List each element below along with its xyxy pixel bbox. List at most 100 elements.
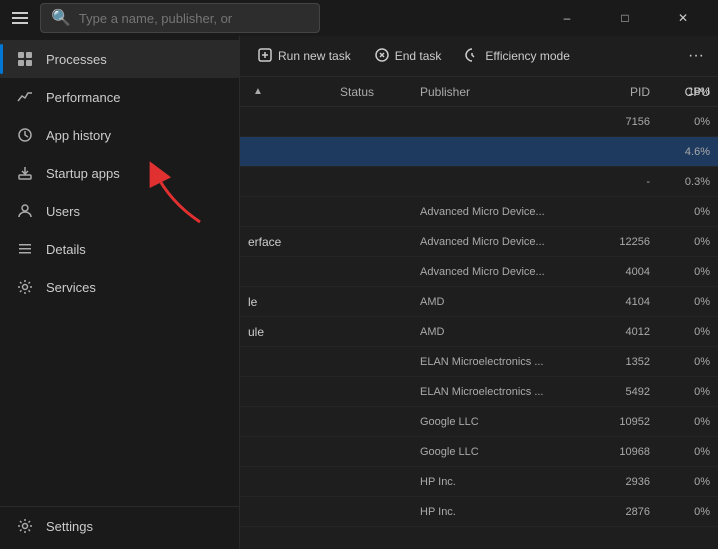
performance-icon [16, 88, 34, 106]
row-cpu: 0% [650, 266, 710, 278]
hamburger-menu[interactable] [12, 8, 32, 28]
row-cpu: 4.6% [650, 146, 710, 158]
efficiency-mode-button[interactable]: Efficiency mode [455, 43, 580, 70]
table-row[interactable]: HP Inc. 2876 0% [240, 497, 718, 527]
app-history-icon [16, 126, 34, 144]
row-publisher: HP Inc. [420, 506, 590, 518]
table-row[interactable]: Google LLC 10968 0% [240, 437, 718, 467]
run-new-task-label: Run new task [278, 49, 351, 63]
startup-apps-label: Startup apps [46, 166, 120, 181]
services-label: Services [46, 280, 96, 295]
row-publisher: Advanced Micro Device... [420, 266, 590, 278]
row-publisher: ELAN Microelectronics ... [420, 356, 590, 368]
table-row[interactable]: 4.6% [240, 137, 718, 167]
sidebar-item-app-history[interactable]: App history [0, 116, 239, 154]
settings-icon [16, 517, 34, 535]
row-pid: 7156 [590, 116, 650, 128]
table-body[interactable]: 7156 0% 4.6% - 0.3% Advanced Micro Devic… [240, 107, 718, 549]
sidebar-item-performance[interactable]: Performance [0, 78, 239, 116]
details-icon [16, 240, 34, 258]
sidebar-item-users[interactable]: Users [0, 192, 239, 230]
users-label: Users [46, 204, 80, 219]
window-controls: – □ ✕ [544, 0, 706, 36]
row-publisher: Advanced Micro Device... [420, 236, 590, 248]
table-container: ▲ Status Publisher PID CPU 18% 7156 0% 4… [240, 77, 718, 549]
row-cpu: 0% [650, 326, 710, 338]
table-row[interactable]: ELAN Microelectronics ... 5492 0% [240, 377, 718, 407]
cpu-usage-badge: 18% [688, 77, 710, 107]
search-box[interactable]: 🔍 [40, 3, 320, 33]
row-pid: 5492 [590, 386, 650, 398]
end-task-label: End task [395, 49, 442, 63]
row-cpu: 0% [650, 236, 710, 248]
row-publisher: AMD [420, 326, 590, 338]
row-publisher: HP Inc. [420, 476, 590, 488]
table-header: ▲ Status Publisher PID CPU 18% [240, 77, 718, 107]
row-pid: 2876 [590, 506, 650, 518]
publisher-header: Publisher [420, 85, 590, 99]
row-name: le [248, 295, 340, 309]
toolbar: Run new task End task Efficiency mode ··… [240, 36, 718, 77]
more-button[interactable]: ··· [682, 42, 710, 70]
efficiency-icon [465, 48, 479, 65]
processes-icon [16, 50, 34, 68]
row-pid: 2936 [590, 476, 650, 488]
row-cpu: 0% [650, 116, 710, 128]
efficiency-mode-label: Efficiency mode [485, 49, 570, 63]
table-row[interactable]: Advanced Micro Device... 0% [240, 197, 718, 227]
row-name: ule [248, 325, 340, 339]
row-cpu: 0.3% [650, 176, 710, 188]
row-cpu: 0% [650, 356, 710, 368]
row-pid: 4104 [590, 296, 650, 308]
users-icon [16, 202, 34, 220]
title-bar-left: 🔍 [12, 3, 544, 33]
app-history-label: App history [46, 128, 111, 143]
table-row[interactable]: Google LLC 10952 0% [240, 407, 718, 437]
row-cpu: 0% [650, 386, 710, 398]
table-row[interactable]: - 0.3% [240, 167, 718, 197]
sidebar: Processes Performance App history Startu… [0, 36, 240, 549]
table-row[interactable]: ule AMD 4012 0% [240, 317, 718, 347]
row-pid: 10952 [590, 416, 650, 428]
row-publisher: Google LLC [420, 446, 590, 458]
row-publisher: Advanced Micro Device... [420, 206, 590, 218]
sidebar-item-startup-apps[interactable]: Startup apps [0, 154, 239, 192]
row-cpu: 0% [650, 206, 710, 218]
run-task-icon [258, 48, 272, 65]
table-row[interactable]: Advanced Micro Device... 4004 0% [240, 257, 718, 287]
sidebar-item-processes[interactable]: Processes [0, 40, 239, 78]
row-pid: 1352 [590, 356, 650, 368]
row-pid: - [590, 176, 650, 188]
row-pid: 10968 [590, 446, 650, 458]
table-row[interactable]: erface Advanced Micro Device... 12256 0% [240, 227, 718, 257]
sidebar-item-services[interactable]: Services [0, 268, 239, 306]
run-new-task-button[interactable]: Run new task [248, 43, 361, 70]
sidebar-item-details[interactable]: Details [0, 230, 239, 268]
search-input[interactable] [79, 11, 299, 26]
sidebar-item-settings[interactable]: Settings [0, 507, 239, 545]
services-icon [16, 278, 34, 296]
row-cpu: 0% [650, 416, 710, 428]
close-button[interactable]: ✕ [660, 0, 706, 36]
settings-label: Settings [46, 519, 93, 534]
search-icon: 🔍 [51, 8, 71, 28]
main-area: Processes Performance App history Startu… [0, 36, 718, 549]
row-pid: 4004 [590, 266, 650, 278]
row-publisher: ELAN Microelectronics ... [420, 386, 590, 398]
content-area: Run new task End task Efficiency mode ··… [240, 36, 718, 549]
row-cpu: 0% [650, 506, 710, 518]
row-pid: 4012 [590, 326, 650, 338]
table-row[interactable]: le AMD 4104 0% [240, 287, 718, 317]
title-bar: 🔍 – □ ✕ [0, 0, 718, 36]
table-row[interactable]: ELAN Microelectronics ... 1352 0% [240, 347, 718, 377]
performance-label: Performance [46, 90, 120, 105]
sidebar-bottom: Settings [0, 506, 239, 545]
table-row[interactable]: HP Inc. 2936 0% [240, 467, 718, 497]
end-task-button[interactable]: End task [365, 43, 452, 70]
maximize-button[interactable]: □ [602, 0, 648, 36]
row-name: erface [248, 235, 340, 249]
table-row[interactable]: 7156 0% [240, 107, 718, 137]
row-publisher: AMD [420, 296, 590, 308]
minimize-button[interactable]: – [544, 0, 590, 36]
pid-header: PID [590, 85, 650, 99]
